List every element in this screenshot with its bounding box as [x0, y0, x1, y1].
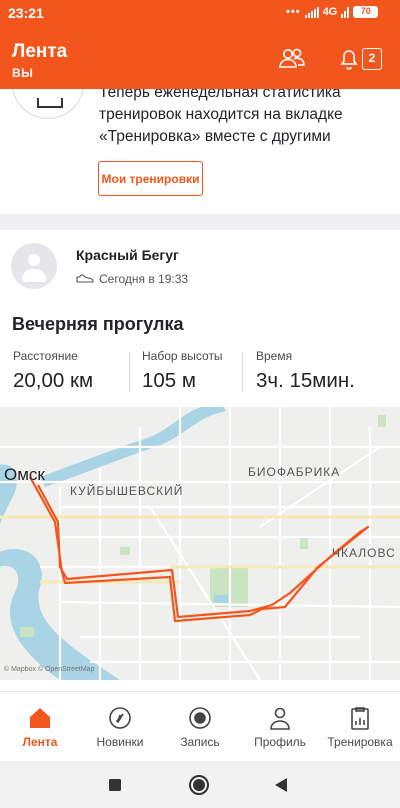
nav-label: Тренировка [327, 735, 393, 749]
system-nav-bar [0, 761, 400, 808]
activity-title[interactable]: Вечерняя прогулка [12, 314, 183, 335]
promo-line-1: Теперь еженедельная статистика [99, 89, 341, 101]
back-icon[interactable] [269, 773, 293, 797]
nav-item-profile[interactable]: Профиль [240, 692, 320, 762]
map-attribution: © Mapbox © OpenStreetMap [4, 666, 95, 673]
nav-label: Запись [180, 735, 220, 749]
bell-icon[interactable] [334, 44, 364, 74]
compass-icon [109, 707, 131, 729]
people-icon[interactable] [277, 44, 307, 74]
battery-icon: 70 [353, 6, 379, 18]
status-icons: ••• 4G 70 [286, 6, 379, 18]
shoe-icon [76, 274, 94, 283]
profile-icon [270, 707, 290, 730]
nav-item-explore[interactable]: Новинки [80, 692, 160, 762]
home-icon [30, 708, 50, 728]
record-icon [189, 707, 211, 729]
activity-meta: Сегодня в 19:33 [76, 272, 188, 286]
route-map[interactable]: Омск КУЙБЫШЕВСКИЙ БИОФАБРИКА ЧКАЛОВС [0, 407, 400, 680]
status-bar: 23:21 ••• 4G 70 [0, 0, 400, 28]
activity-timestamp: Сегодня в 19:33 [99, 272, 189, 286]
status-dots: ••• [286, 6, 301, 18]
stat-label: Набор высоты [142, 349, 223, 363]
page-subtitle[interactable]: ВЫ [12, 66, 33, 80]
promo-line-2: тренировок находится на вкладке [99, 106, 343, 123]
bottom-nav: Лента Новинки Запись Профиль Тренировка [0, 691, 400, 761]
stat-value: 3ч. 15мин. [256, 369, 355, 392]
map-district-label: ЧКАЛОВС [332, 546, 396, 560]
network-type: 4G [322, 6, 338, 18]
promo-card: Теперь еженедельная статистика тренирово… [0, 89, 400, 214]
map-district-label: БИОФАБРИКА [248, 465, 340, 479]
athlete-name[interactable]: Красный Бегуг [76, 247, 179, 263]
training-icon [351, 707, 369, 730]
notification-badge-icon[interactable]: 2 [362, 48, 382, 70]
status-time: 23:21 [8, 5, 44, 21]
stat-label: Время [256, 349, 293, 363]
stats-illustration-icon [12, 89, 84, 119]
avatar[interactable] [11, 243, 57, 289]
recent-apps-icon[interactable] [103, 773, 127, 797]
stat-separator [242, 352, 243, 392]
stat-value: 105 м [142, 369, 196, 392]
nav-label: Новинки [96, 735, 144, 749]
promo-text: Теперь еженедельная статистика тренирово… [99, 89, 399, 148]
my-trainings-button[interactable]: Мои тренировки [98, 161, 203, 196]
home-button-icon[interactable] [187, 773, 211, 797]
nav-item-record[interactable]: Запись [160, 692, 240, 762]
nav-item-feed[interactable]: Лента [0, 692, 80, 762]
app-header: 23:21 ••• 4G 70 Лента ВЫ 2 [0, 0, 400, 89]
stat-label: Расстояние [13, 349, 78, 363]
map-city-label: Омск [4, 465, 45, 484]
signal-icon [304, 6, 319, 18]
signal-2-icon [341, 6, 350, 18]
stat-elevation: Набор высоты 105 м [142, 349, 223, 393]
page-title: Лента [12, 41, 68, 62]
stat-separator [129, 352, 130, 392]
stat-time: Время 3ч. 15мин. [256, 349, 355, 393]
nav-item-training[interactable]: Тренировка [320, 692, 400, 762]
nav-label: Лента [22, 735, 58, 749]
map-district-label: КУЙБЫШЕВСКИЙ [70, 483, 183, 498]
section-divider [0, 214, 400, 230]
promo-line-3: «Тренировка» вместе с другими [99, 128, 331, 145]
stat-distance: Расстояние 20,00 км [13, 349, 93, 393]
nav-label: Профиль [254, 735, 306, 749]
stat-value: 20,00 км [13, 369, 94, 392]
